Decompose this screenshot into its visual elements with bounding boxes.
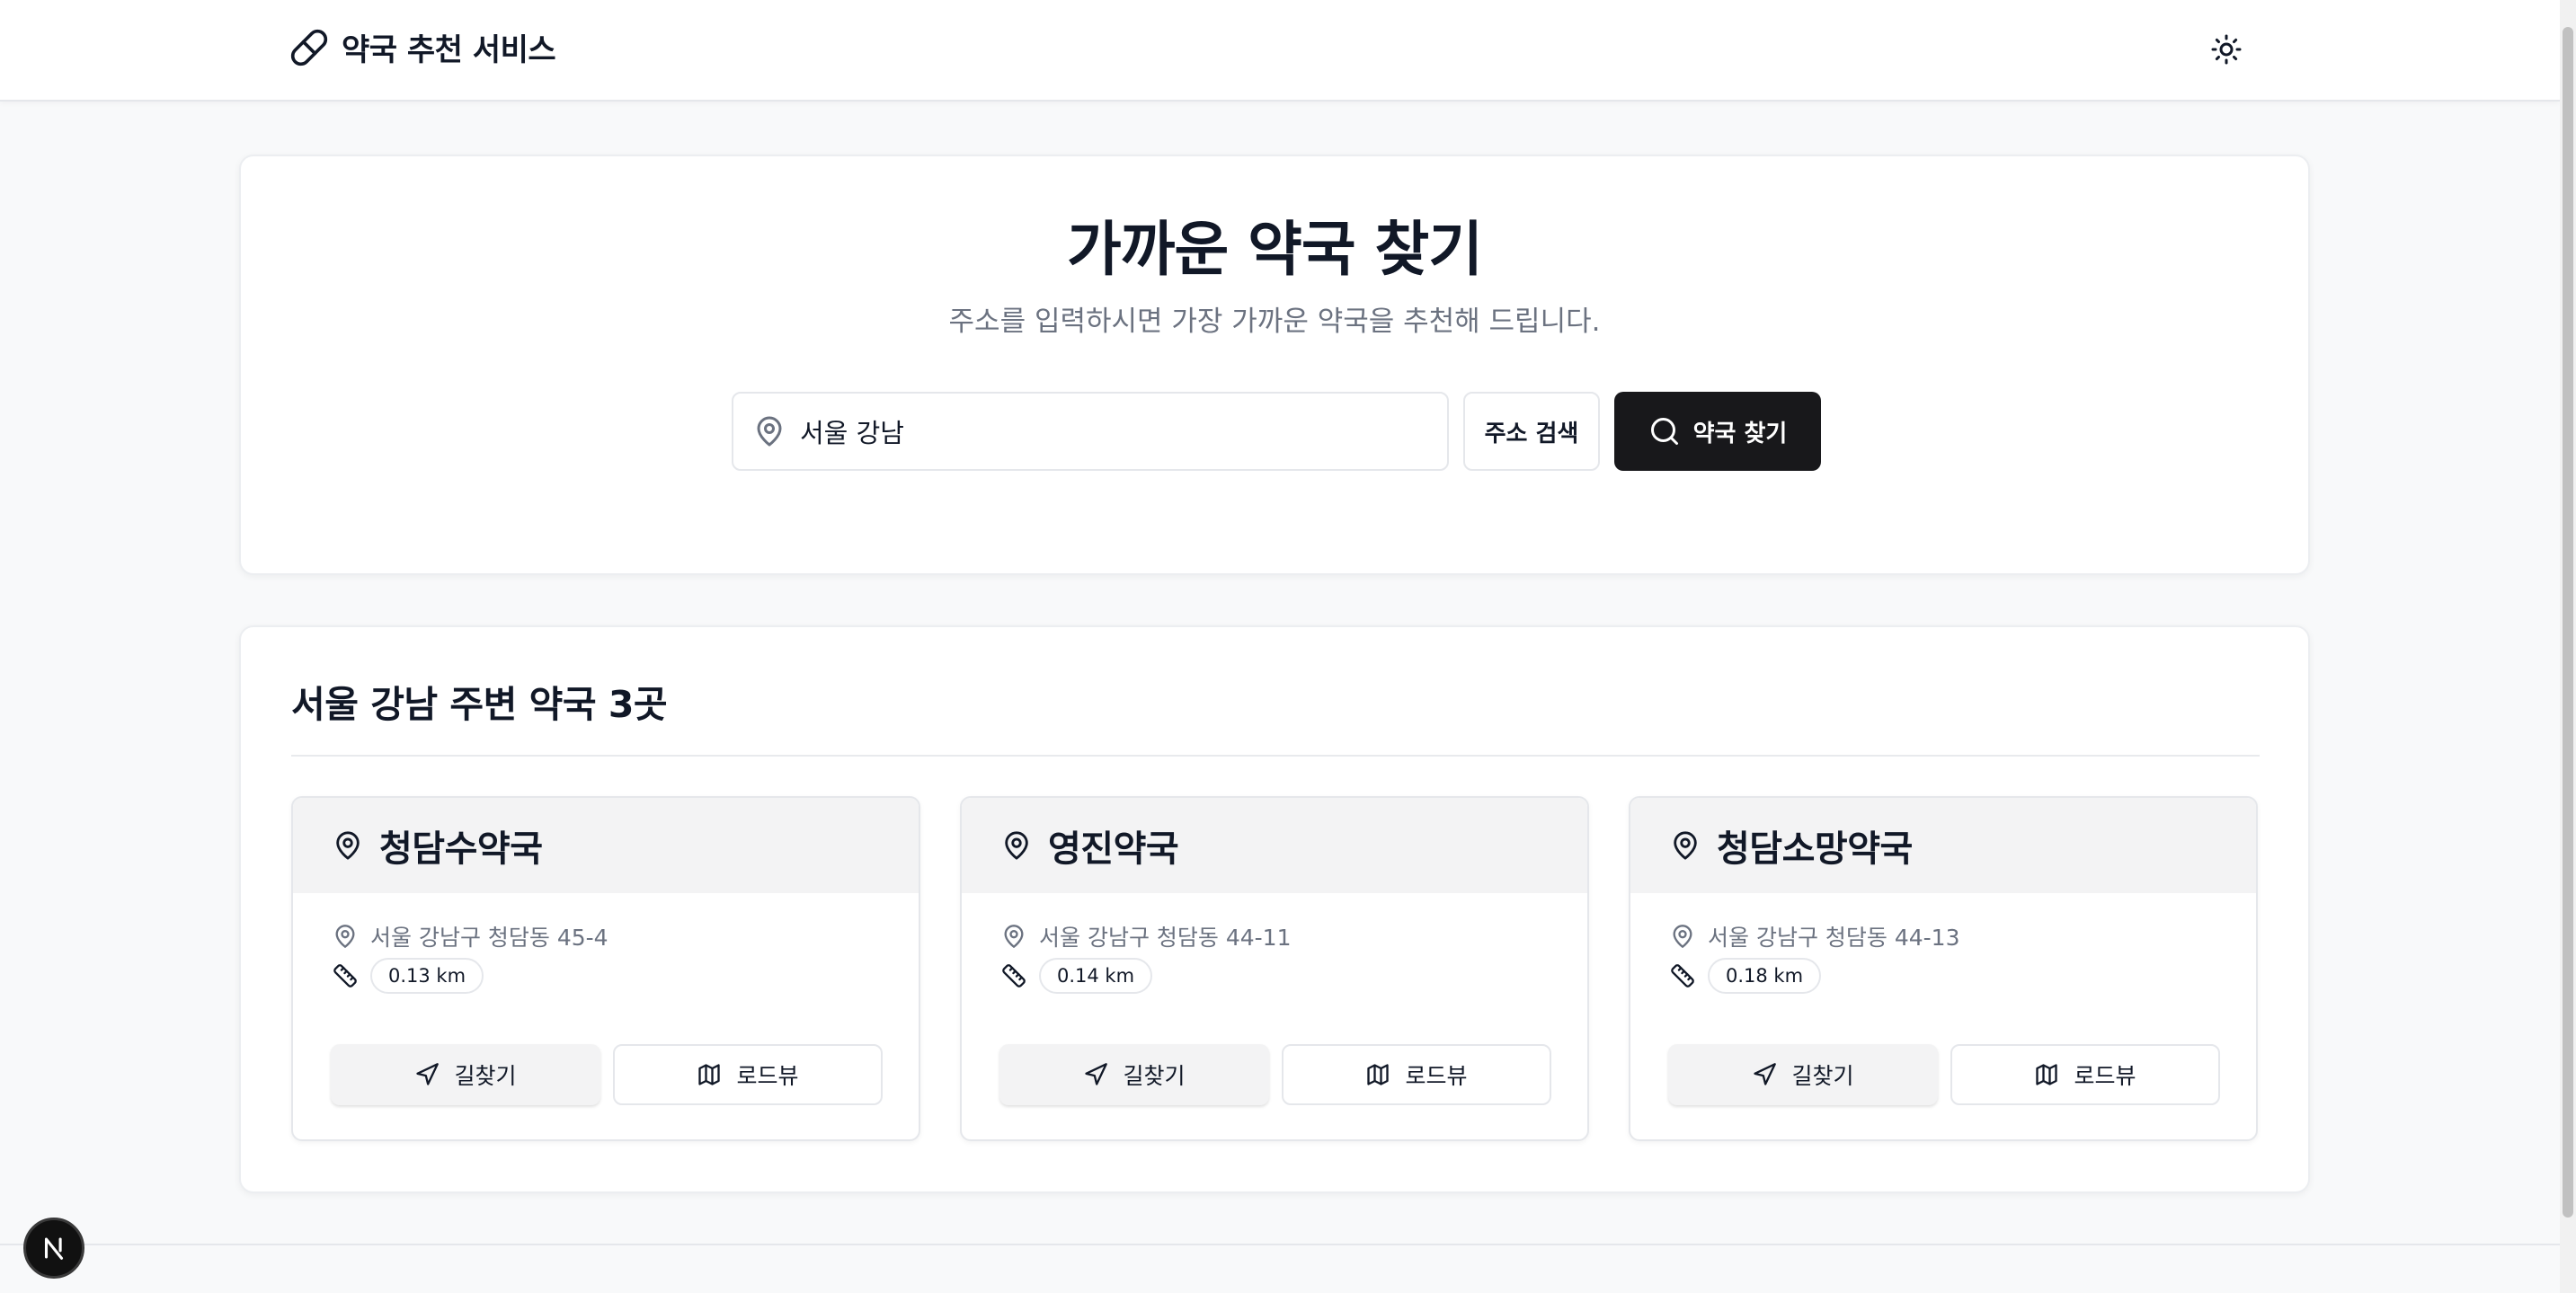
navigation-icon <box>416 1063 440 1085</box>
map-icon <box>698 1064 721 1085</box>
brand[interactable]: 약국 추천 서비스 <box>289 25 556 69</box>
map-pin-icon <box>1674 831 1697 860</box>
pharmacy-address-text: 서울 강남구 청담동 45-4 <box>370 925 608 951</box>
pharmacy-distance: 0.13 km <box>333 958 484 994</box>
divider <box>291 755 2260 757</box>
pharmacy-name: 영진약국 <box>1048 828 1179 870</box>
pharmacy-actions: 길찾기 로드뷰 <box>999 1044 1551 1105</box>
ruler-icon <box>1671 964 1694 987</box>
search-panel: 가까운 약국 찾기 주소를 입력하시면 가장 가까운 약국을 추천해 드립니다.… <box>239 155 2310 575</box>
theme-toggle-button[interactable] <box>2204 27 2249 72</box>
directions-label: 길찾기 <box>1123 1063 1186 1089</box>
map-icon <box>2036 1064 2058 1085</box>
scrollbar-thumb[interactable] <box>2563 27 2573 1218</box>
distance-badge: 0.13 km <box>370 958 484 994</box>
roadview-label: 로드뷰 <box>1405 1063 1468 1089</box>
pharmacy-card: 영진약국 서울 강남구 청담동 44-11 0.14 km 길찾기 로드뷰 <box>960 796 1589 1141</box>
directions-button[interactable]: 길찾기 <box>1668 1044 1938 1105</box>
pharmacy-name: 청담수약국 <box>379 828 543 870</box>
map-pin-icon <box>1005 831 1028 860</box>
pharmacy-card: 청담수약국 서울 강남구 청담동 45-4 0.13 km 길찾기 로드뷰 <box>291 796 920 1141</box>
pharmacy-address: 서울 강남구 청담동 44-13 <box>1670 920 1960 952</box>
map-pin-icon <box>1004 925 1024 948</box>
directions-button[interactable]: 길찾기 <box>331 1044 600 1105</box>
pharmacy-actions: 길찾기 로드뷰 <box>1668 1044 2220 1105</box>
nextjs-dev-badge[interactable] <box>23 1218 84 1279</box>
pharmacy-card-header: 청담수약국 <box>293 798 919 893</box>
pharmacy-address: 서울 강남구 청담동 45-4 <box>333 920 608 952</box>
address-input[interactable] <box>800 416 1429 447</box>
ruler-icon <box>1002 964 1026 987</box>
pharmacy-address-text: 서울 강남구 청담동 44-11 <box>1039 925 1292 951</box>
pharmacy-address-text: 서울 강남구 청담동 44-13 <box>1708 925 1960 951</box>
navigation-icon <box>1754 1063 1777 1085</box>
page-title: 가까운 약국 찾기 <box>1067 215 1483 284</box>
results-panel: 서울 강남 주변 약국 3곳 청담수약국 서울 강남구 청담동 45-4 0.1… <box>239 625 2310 1193</box>
page-scrollbar[interactable] <box>2560 0 2576 1293</box>
pharmacy-name: 청담소망약국 <box>1717 828 1913 870</box>
results-heading: 서울 강남 주변 약국 3곳 <box>291 683 668 726</box>
roadview-button[interactable]: 로드뷰 <box>613 1044 883 1105</box>
address-search-button[interactable]: 주소 검색 <box>1463 392 1600 471</box>
search-row: 주소 검색 약국 찾기 <box>732 392 1821 471</box>
roadview-button[interactable]: 로드뷰 <box>1282 1044 1551 1105</box>
ruler-icon <box>333 964 357 987</box>
pharmacy-card: 청담소망약국 서울 강남구 청담동 44-13 0.18 km 길찾기 로드뷰 <box>1629 796 2258 1141</box>
pharmacy-distance: 0.18 km <box>1670 958 1822 994</box>
directions-label: 길찾기 <box>1791 1063 1854 1089</box>
search-icon <box>1650 418 1678 445</box>
app-header: 약국 추천 서비스 <box>0 0 2560 102</box>
find-pharmacy-button[interactable]: 약국 찾기 <box>1614 392 1821 471</box>
sun-icon <box>2211 34 2242 65</box>
pill-icon <box>290 29 328 66</box>
roadview-button[interactable]: 로드뷰 <box>1950 1044 2220 1105</box>
map-pin-icon <box>336 831 360 860</box>
app-title: 약국 추천 서비스 <box>342 32 556 68</box>
directions-button[interactable]: 길찾기 <box>999 1044 1269 1105</box>
pharmacy-distance: 0.14 km <box>1001 958 1153 994</box>
nextjs-logo-icon <box>44 1237 64 1260</box>
pharmacy-card-header: 청담소망약국 <box>1630 798 2256 893</box>
directions-label: 길찾기 <box>454 1063 517 1089</box>
roadview-label: 로드뷰 <box>736 1063 799 1089</box>
roadview-label: 로드뷰 <box>2074 1063 2136 1089</box>
map-pin-icon <box>757 416 782 447</box>
find-pharmacy-label: 약국 찾기 <box>1692 420 1788 447</box>
footer-divider <box>0 1244 2560 1245</box>
address-field[interactable] <box>732 392 1449 471</box>
pharmacy-actions: 길찾기 로드뷰 <box>331 1044 883 1105</box>
page-subtitle: 주소를 입력하시면 가장 가까운 약국을 추천해 드립니다. <box>948 306 1601 338</box>
navigation-icon <box>1085 1063 1108 1085</box>
map-icon <box>1367 1064 1390 1085</box>
pharmacy-address: 서울 강남구 청담동 44-11 <box>1001 920 1292 952</box>
pharmacy-card-list: 청담수약국 서울 강남구 청담동 45-4 0.13 km 길찾기 로드뷰 영진… <box>291 796 2258 1141</box>
map-pin-icon <box>1673 925 1692 948</box>
map-pin-icon <box>335 925 355 948</box>
pharmacy-card-header: 영진약국 <box>962 798 1587 893</box>
distance-badge: 0.18 km <box>1708 958 1822 994</box>
distance-badge: 0.14 km <box>1039 958 1153 994</box>
